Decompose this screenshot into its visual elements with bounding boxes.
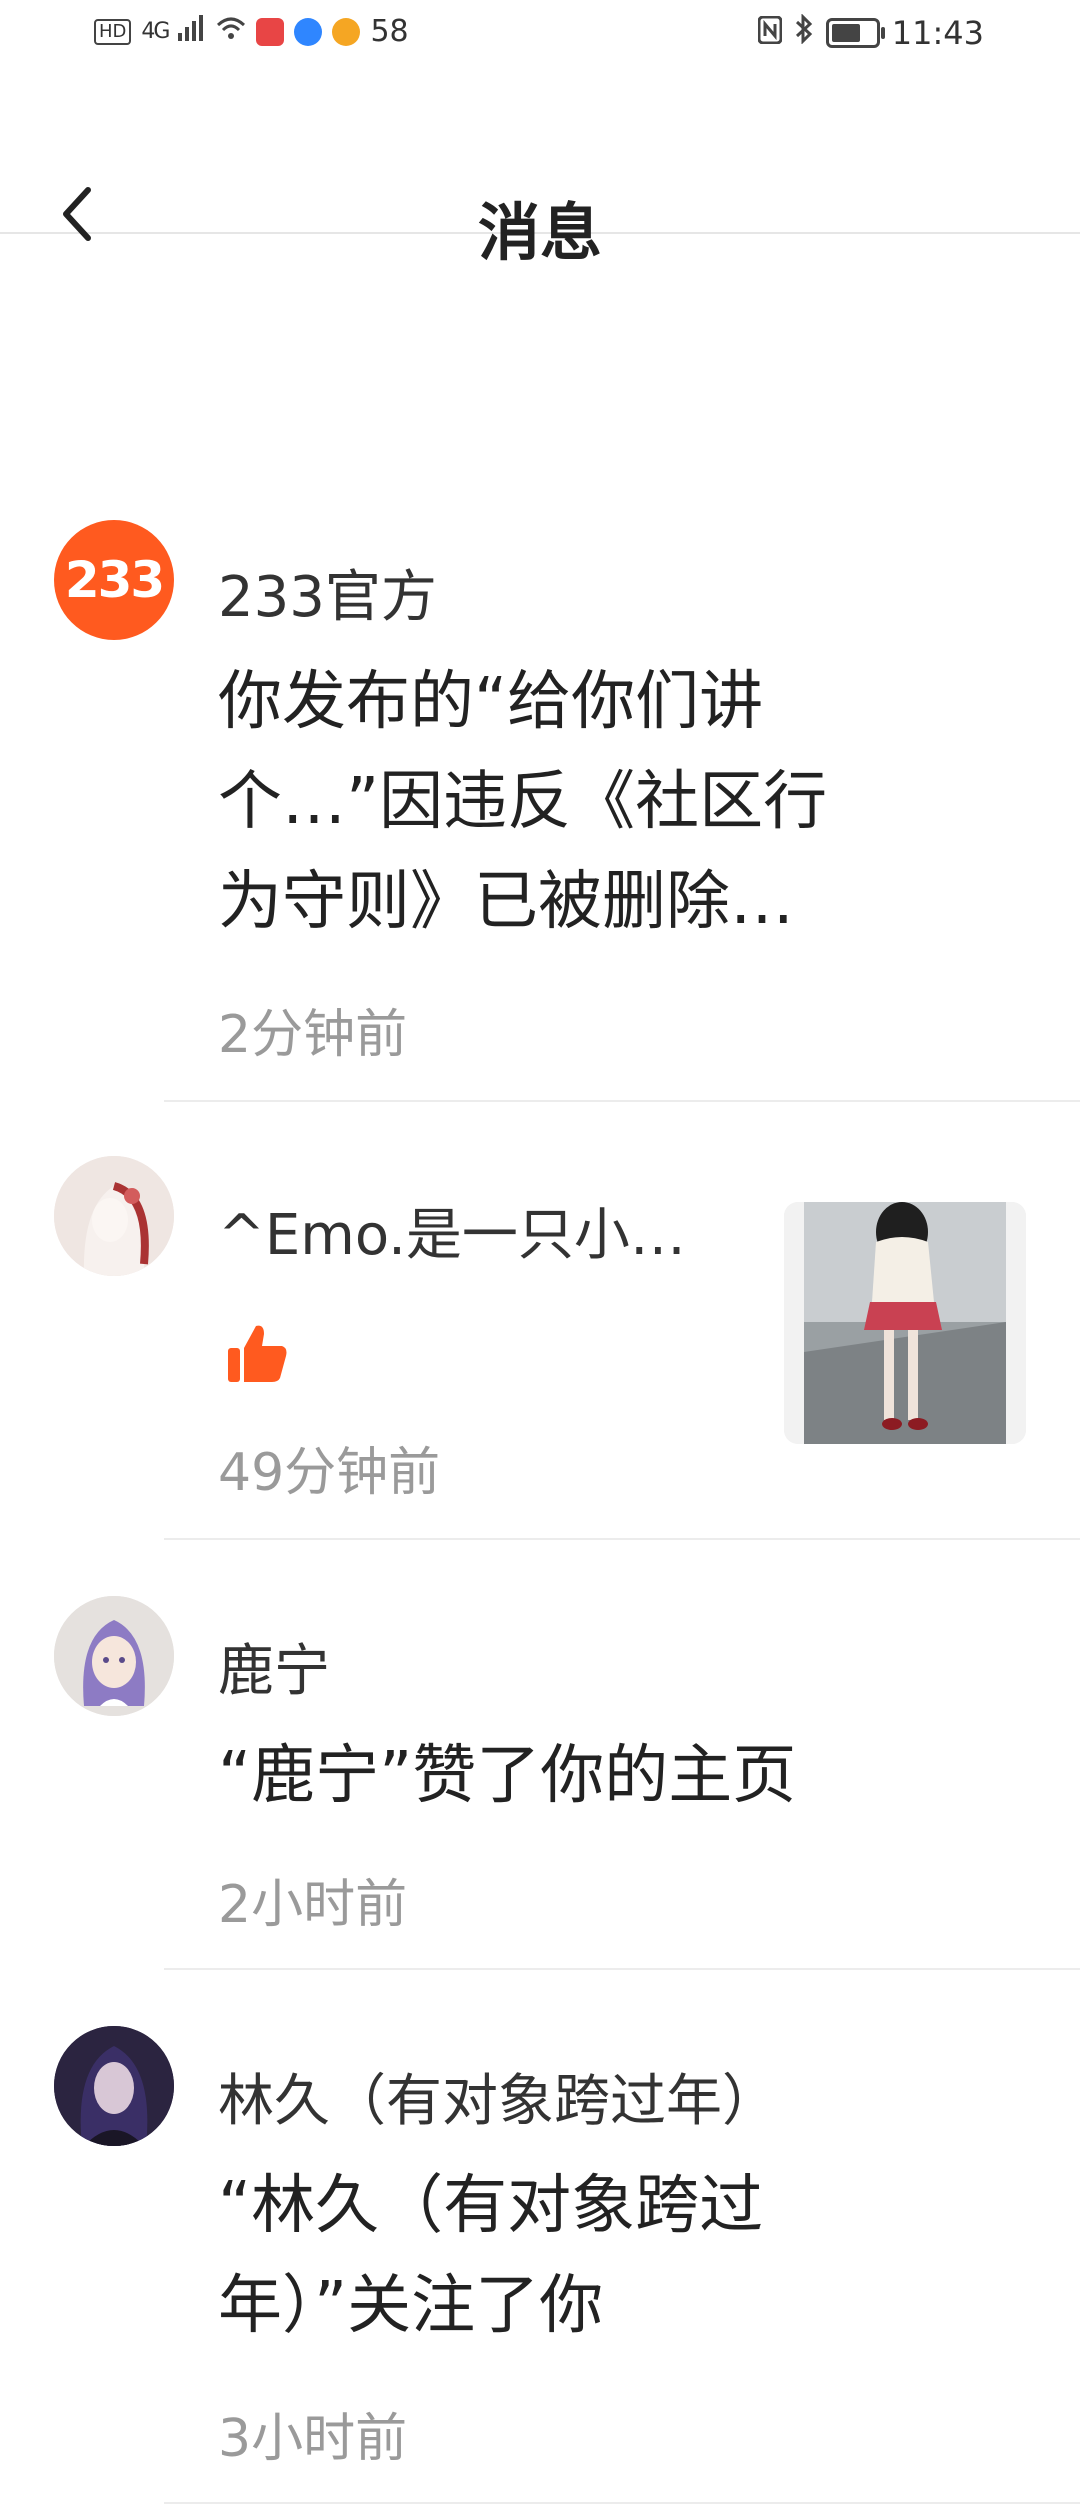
sender-name: 233官方 (218, 565, 437, 630)
avatar-illustration (54, 2026, 174, 2146)
bluetooth-icon (794, 13, 814, 52)
message-time: 49分钟前 (218, 1443, 441, 1503)
signal-icon (178, 14, 206, 49)
message-text-line: 你发布的“给你们讲 (218, 665, 764, 739)
network-type: 4G (141, 19, 170, 44)
message-time: 2小时前 (218, 1875, 408, 1935)
message-text-line: “鹿宁”赞了你的主页 (218, 1739, 797, 1813)
header: 消息 (0, 72, 1080, 269)
message-time: 3小时前 (218, 2409, 408, 2469)
sender-name: ^Emo.是一只小… (218, 1203, 686, 1268)
avatar[interactable] (54, 1596, 174, 1716)
avatar[interactable] (54, 2026, 174, 2146)
message-text-line: 为守则》已被删除… (218, 865, 794, 939)
status-right: 11:43 (757, 13, 984, 52)
nfc-icon (757, 14, 783, 52)
avatar-illustration (54, 1156, 174, 1276)
message-time: 2分钟前 (218, 1005, 408, 1065)
divider (164, 1968, 1080, 1970)
thumbs-up-icon (226, 1322, 290, 1390)
weibo-count: 58 (370, 14, 409, 49)
message-text-line: 年）”关注了你 (218, 2269, 604, 2343)
clock: 11:43 (891, 14, 984, 52)
battery-icon (825, 18, 885, 48)
status-left: HD 4G 58 (94, 14, 409, 49)
avatar-logo-text: 233 (64, 551, 165, 609)
divider (164, 1538, 1080, 1540)
avatar[interactable]: 233 (54, 520, 174, 640)
sender-name: 鹿宁 (218, 1639, 330, 1704)
avatar-illustration (54, 1596, 174, 1716)
browser-app-icon (294, 17, 323, 46)
avatar[interactable] (54, 1156, 174, 1276)
weibo-icon (332, 17, 361, 46)
page-title: 消息 (477, 196, 602, 269)
post-photo (784, 1202, 1026, 1444)
post-thumbnail[interactable] (784, 1202, 1026, 1444)
wifi-icon (216, 14, 246, 49)
message-text-line: “林久（有对象跨过 (218, 2169, 764, 2243)
sender-name: 林久（有对象跨过年） (218, 2069, 778, 2134)
message-text-line: 个…”因违反《社区行 (218, 765, 828, 839)
hd-indicator: HD (94, 18, 132, 45)
book-app-icon (256, 17, 285, 46)
status-bar: HD 4G 58 11:43 (0, 0, 1080, 72)
divider (164, 1100, 1080, 1102)
